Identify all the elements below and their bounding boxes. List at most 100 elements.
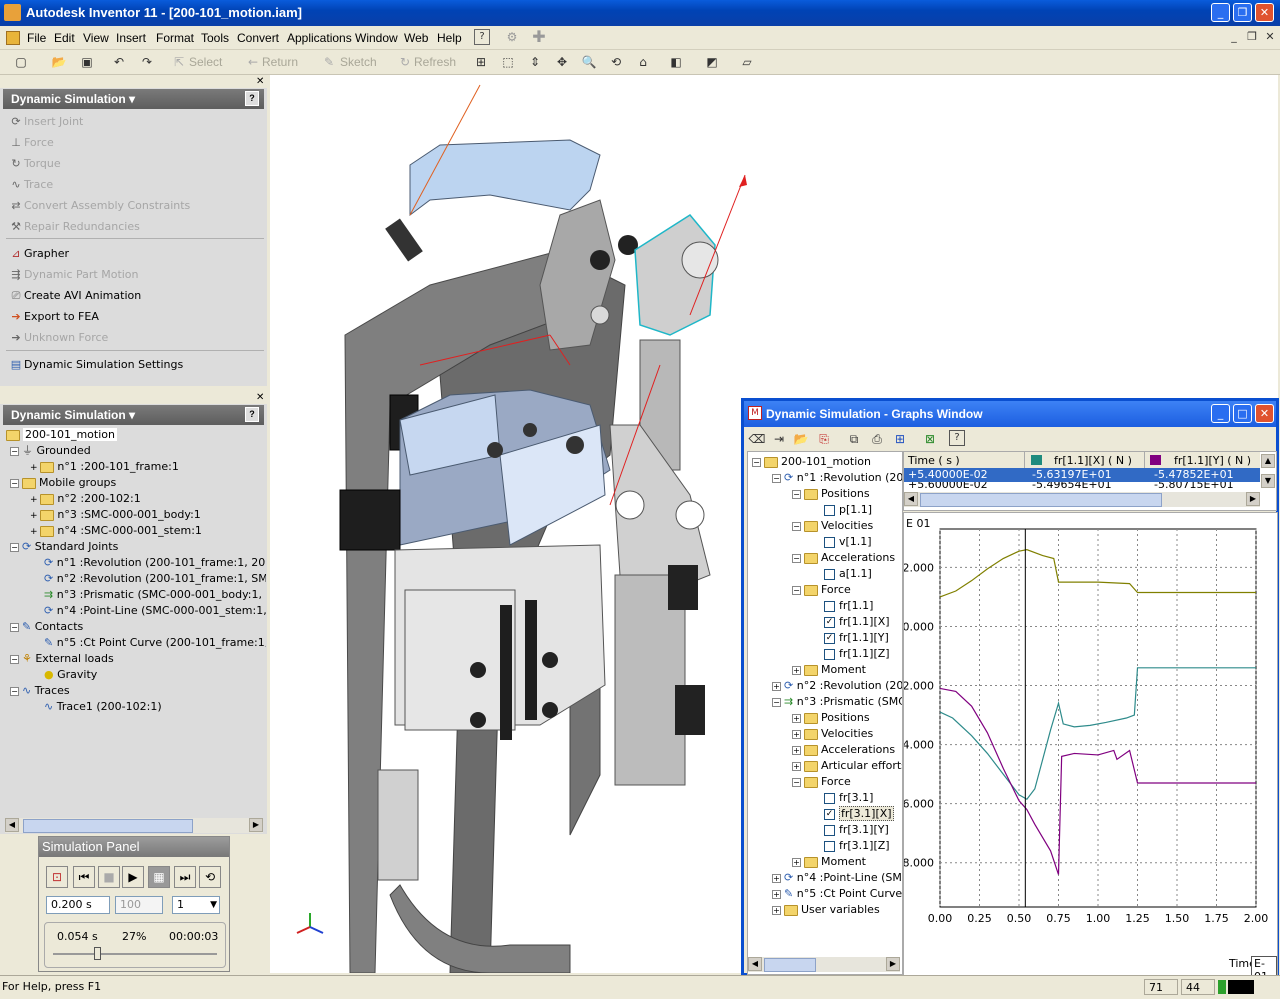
menu-convert[interactable]: Convert xyxy=(237,31,279,45)
export-fea-command[interactable]: ➔ Export to FEA xyxy=(8,309,98,325)
open-icon[interactable]: 📂 xyxy=(50,53,68,71)
menu-view[interactable]: View xyxy=(83,31,109,45)
browser-hscrollbar[interactable]: ◀ ▶ xyxy=(5,818,263,833)
zoom-all-icon[interactable]: ⊞ xyxy=(472,53,490,71)
close-button[interactable]: ✕ xyxy=(1255,3,1274,22)
graph-area[interactable]: E 01 Time E-01 0.000.250.500.751.001.251… xyxy=(899,512,1278,984)
graphs-help-icon[interactable]: ? xyxy=(949,430,965,446)
insert-joint-command[interactable]: ⟳ Insert Joint xyxy=(8,114,83,130)
expander-icon[interactable]: + xyxy=(772,905,781,915)
browser-panel-header[interactable]: Dynamic Simulation ▾ ? xyxy=(3,405,264,425)
graphs-tree-item[interactable]: + Moment xyxy=(792,854,866,870)
graphs-tree-item[interactable]: fr[3.1][Y] xyxy=(812,822,889,838)
graphs-tree-item[interactable]: + ⟳ n°4 :Point-Line (SM xyxy=(772,870,902,886)
redo-icon[interactable]: ↷ xyxy=(138,53,156,71)
tree-external-loads[interactable]: − ⚘ External loads xyxy=(10,651,114,667)
zoom-fit-icon[interactable]: ⊞ xyxy=(891,430,909,448)
graphs-tree-item[interactable]: + Velocities xyxy=(792,726,873,742)
graphs-tree-item[interactable]: ✓ fr[3.1][X] xyxy=(812,806,894,822)
loop-button[interactable]: ⟲ xyxy=(199,866,221,888)
repair-redundancies-command[interactable]: ⚒ Repair Redundancies xyxy=(8,219,140,235)
tree-item[interactable]: + n°3 :SMC-000-001_body:1 xyxy=(30,507,201,523)
tree-mobile-groups[interactable]: − Mobile groups xyxy=(10,475,116,491)
expander-icon[interactable]: + xyxy=(792,713,801,723)
menu-tools[interactable]: Tools xyxy=(201,31,229,45)
expander-icon[interactable]: + xyxy=(772,889,781,899)
tree-item[interactable]: ● Gravity xyxy=(44,667,97,683)
sketch-button[interactable]: Sketch xyxy=(340,55,377,69)
tree-item[interactable]: ⟳ n°4 :Point-Line (SMC-000-001_stem:1, 2… xyxy=(44,603,266,619)
checkbox[interactable]: ✓ xyxy=(824,808,835,820)
open-folder-icon[interactable]: 📂 xyxy=(792,430,810,448)
new-icon[interactable]: ▢ xyxy=(12,53,30,71)
force-chart[interactable]: 0.00 0.25 0.50 0.75 1.00 1.25 1.50 1.75 2.00 2.00… xyxy=(899,513,1277,975)
tree-item[interactable]: ✎ n°5 :Ct Point Curve (200-101_frame:1, … xyxy=(44,635,266,651)
zoom-icon[interactable]: ⇕ xyxy=(526,53,544,71)
graphs-tree-scroll-thumb[interactable] xyxy=(764,958,816,972)
graphs-tree-item[interactable]: p[1.1] xyxy=(812,502,872,518)
tree-item[interactable]: + n°4 :SMC-000-001_stem:1 xyxy=(30,523,202,539)
grapher-command[interactable]: ⊿ Grapher xyxy=(8,246,69,262)
commands-panel-header[interactable]: Dynamic Simulation ▾ ? xyxy=(3,89,264,109)
help-icon[interactable]: ? xyxy=(245,91,259,106)
select-icon[interactable]: ⇱ xyxy=(170,53,188,71)
return-button[interactable]: Return xyxy=(262,55,298,69)
menu-web[interactable]: Web xyxy=(404,31,428,45)
end-button[interactable]: ⏭ xyxy=(174,866,196,888)
checkbox[interactable]: ✓ xyxy=(824,632,835,644)
mdi-close-button[interactable]: ✕ xyxy=(1261,28,1279,46)
expander-icon[interactable]: + xyxy=(772,681,781,691)
graphs-tree-item[interactable]: ✓ fr[1.1][X] xyxy=(812,614,890,630)
graphs-tree-item[interactable]: a[1.1] xyxy=(812,566,872,582)
print-icon[interactable]: ⎙ xyxy=(868,430,886,448)
end-time-field[interactable]: 0.200 s xyxy=(46,896,110,914)
graphs-tree-item[interactable]: − Accelerations xyxy=(792,550,895,566)
graphs-tree-item[interactable]: − ⟳ n°1 :Revolution (20 xyxy=(772,470,902,486)
unknown-force-command[interactable]: ➔ Unknown Force xyxy=(8,330,108,346)
copy-icon[interactable]: ⧉ xyxy=(845,430,863,448)
expander-icon[interactable]: + xyxy=(772,873,781,883)
step-button[interactable]: ▦ xyxy=(148,866,170,888)
eraser-icon[interactable]: ⌫ xyxy=(748,430,766,448)
expander-icon[interactable]: + xyxy=(792,745,801,755)
graphs-tree-item[interactable]: − Force xyxy=(792,582,851,598)
expander-icon[interactable]: + xyxy=(792,665,801,675)
sketch-icon[interactable]: ✎ xyxy=(320,53,338,71)
checkbox[interactable] xyxy=(824,536,835,548)
graphs-tree-item[interactable]: − ⇉ n°3 :Prismatic (SMC xyxy=(772,694,902,710)
graphs-tree-hscrollbar[interactable]: ◀ ▶ xyxy=(748,957,900,972)
zoom-window-icon[interactable]: ⬚ xyxy=(499,53,517,71)
simulation-settings-command[interactable]: ▤ Dynamic Simulation Settings xyxy=(8,357,183,373)
tree-item[interactable]: ∿ Trace1 (200-102:1) xyxy=(44,699,162,715)
graphs-tree-item[interactable]: − Positions xyxy=(792,486,870,502)
tree-standard-joints[interactable]: − ⟳ Standard Joints xyxy=(10,539,118,555)
graphs-tree-item[interactable]: fr[1.1][Z] xyxy=(812,646,890,662)
graphs-tree-item[interactable]: fr[3.1] xyxy=(812,790,873,806)
expander-icon[interactable]: − xyxy=(792,585,801,595)
menu-help[interactable]: Help xyxy=(437,31,462,45)
checkbox[interactable] xyxy=(824,792,835,804)
tree-item[interactable]: + n°2 :200-102:1 xyxy=(30,491,141,507)
graphs-tree-item[interactable]: − Force xyxy=(792,774,851,790)
mdi-minimize-button[interactable]: _ xyxy=(1225,28,1243,46)
add-icon[interactable]: ✚ xyxy=(530,28,548,46)
save-icon[interactable]: ▣ xyxy=(78,53,96,71)
graphs-tree-item[interactable]: v[1.1] xyxy=(812,534,872,550)
menu-applications[interactable]: Applications xyxy=(287,31,352,45)
table-row[interactable]: +5.60000E-02 -5.49654E+01 -5.80715E+01 xyxy=(904,482,1260,490)
table-row[interactable]: +5.40000E-02 -5.63197E+01 -5.47852E+01 xyxy=(904,468,1260,482)
graphs-minimize-button[interactable]: _ xyxy=(1211,404,1230,423)
scroll-thumb[interactable] xyxy=(23,819,193,833)
play-button[interactable]: ▶ xyxy=(122,866,144,888)
display-mode-icon[interactable]: ◧ xyxy=(667,53,685,71)
graphs-tree-item[interactable]: + User variables xyxy=(772,902,880,918)
checkbox[interactable] xyxy=(824,600,835,612)
tree-grounded[interactable]: − ⏚ Grounded xyxy=(10,443,91,459)
graphs-tree-item[interactable]: fr[3.1][Z] xyxy=(812,838,890,854)
table-hscrollbar[interactable]: ◀ ▶ xyxy=(904,492,1260,507)
shadow-icon[interactable]: ▱ xyxy=(738,53,756,71)
stop-button[interactable]: ■ xyxy=(98,866,120,888)
dynamic-part-motion-command[interactable]: ⇶ Dynamic Part Motion xyxy=(8,267,138,283)
expander-icon[interactable]: + xyxy=(792,857,801,867)
menu-file[interactable]: File xyxy=(27,31,46,45)
